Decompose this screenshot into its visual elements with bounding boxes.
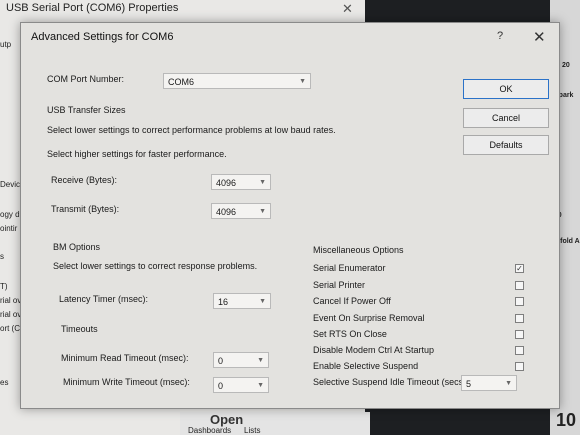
min-read-label: Minimum Read Timeout (msec): bbox=[61, 353, 189, 363]
misc-option-label: Cancel If Power Off bbox=[313, 296, 391, 306]
bm-options-hint: Select lower settings to correct respons… bbox=[53, 261, 258, 271]
misc-option-label: Set RTS On Close bbox=[313, 329, 387, 339]
min-read-select[interactable]: 0 ▼ bbox=[213, 352, 269, 368]
chevron-down-icon: ▼ bbox=[257, 357, 264, 364]
event-on-surprise-removal-checkbox[interactable] bbox=[515, 314, 524, 323]
serial-printer-checkbox[interactable] bbox=[515, 281, 524, 290]
idle-timeout-label: Selective Suspend Idle Timeout (secs): bbox=[313, 377, 469, 387]
cancel-if-power-off-checkbox[interactable] bbox=[515, 297, 524, 306]
min-read-value: 0 bbox=[218, 356, 224, 366]
chevron-down-icon: ▼ bbox=[259, 208, 266, 215]
defaults-button[interactable]: Defaults bbox=[463, 135, 549, 155]
latency-label: Latency Timer (msec): bbox=[59, 294, 149, 304]
chevron-down-icon: ▼ bbox=[259, 179, 266, 186]
chevron-down-icon: ▼ bbox=[257, 382, 264, 389]
misc-option-label: Event On Surprise Removal bbox=[313, 313, 425, 323]
receive-value: 4096 bbox=[216, 178, 237, 188]
usb-transfer-heading: USB Transfer Sizes bbox=[47, 105, 126, 115]
receive-select[interactable]: 4096 ▼ bbox=[211, 174, 271, 190]
idle-timeout-select[interactable]: 5 ▼ bbox=[461, 375, 517, 391]
misc-option-label: Serial Enumerator bbox=[313, 263, 386, 273]
transmit-value: 4096 bbox=[216, 207, 237, 217]
com-port-select[interactable]: COM6 ▼ bbox=[163, 73, 311, 89]
transmit-select[interactable]: 4096 ▼ bbox=[211, 203, 271, 219]
tab-dashboards[interactable]: Dashboards bbox=[188, 426, 231, 435]
tab-lists[interactable]: Lists bbox=[244, 426, 260, 435]
bm-options-heading: BM Options bbox=[53, 242, 101, 252]
min-write-value: 0 bbox=[218, 381, 224, 391]
background-bottom-bar: Open Dashboards Lists bbox=[180, 412, 370, 435]
idle-timeout-value: 5 bbox=[466, 379, 472, 389]
latency-value: 16 bbox=[218, 297, 229, 307]
enable-selective-suspend-checkbox[interactable] bbox=[515, 362, 524, 371]
transmit-label: Transmit (Bytes): bbox=[51, 204, 120, 214]
usb-transfer-hint-lower: Select lower settings to correct perform… bbox=[47, 125, 336, 135]
chevron-down-icon: ▼ bbox=[259, 298, 266, 305]
min-write-select[interactable]: 0 ▼ bbox=[213, 377, 269, 393]
gauge-label: 10 bbox=[556, 410, 577, 430]
dialog-title: Advanced Settings for COM6 bbox=[31, 31, 174, 43]
usb-transfer-hint-higher: Select higher settings for faster perfor… bbox=[47, 149, 227, 159]
set-rts-on-close-checkbox[interactable] bbox=[515, 330, 524, 339]
com-port-value: COM6 bbox=[168, 77, 195, 87]
gauge-label: 20 bbox=[562, 62, 570, 69]
chevron-down-icon: ▼ bbox=[505, 380, 512, 387]
chevron-down-icon: ▼ bbox=[299, 78, 306, 85]
receive-label: Receive (Bytes): bbox=[51, 175, 118, 185]
misc-options-heading: Miscellaneous Options bbox=[313, 245, 404, 255]
parent-window-title: USB Serial Port (COM6) Properties bbox=[6, 2, 179, 14]
latency-select[interactable]: 16 ▼ bbox=[213, 293, 271, 309]
help-icon[interactable]: ? bbox=[497, 30, 503, 42]
misc-option-label: Enable Selective Suspend bbox=[313, 361, 419, 371]
open-heading: Open bbox=[210, 412, 244, 427]
close-icon[interactable]: ✕ bbox=[533, 28, 546, 46]
com-port-label: COM Port Number: bbox=[47, 74, 125, 84]
disable-modem-ctrl-checkbox[interactable] bbox=[515, 346, 524, 355]
misc-option-label: Disable Modem Ctrl At Startup bbox=[313, 345, 435, 355]
ok-button[interactable]: OK bbox=[463, 79, 549, 99]
parent-close-icon[interactable]: ✕ bbox=[342, 1, 353, 17]
cancel-button[interactable]: Cancel bbox=[463, 108, 549, 128]
timeouts-heading: Timeouts bbox=[61, 324, 98, 334]
misc-option-label: Serial Printer bbox=[313, 280, 366, 290]
serial-enumerator-checkbox[interactable]: ✓ bbox=[515, 264, 524, 273]
min-write-label: Minimum Write Timeout (msec): bbox=[63, 377, 190, 387]
advanced-settings-dialog: Advanced Settings for COM6 ? ✕ COM Port … bbox=[20, 22, 560, 409]
